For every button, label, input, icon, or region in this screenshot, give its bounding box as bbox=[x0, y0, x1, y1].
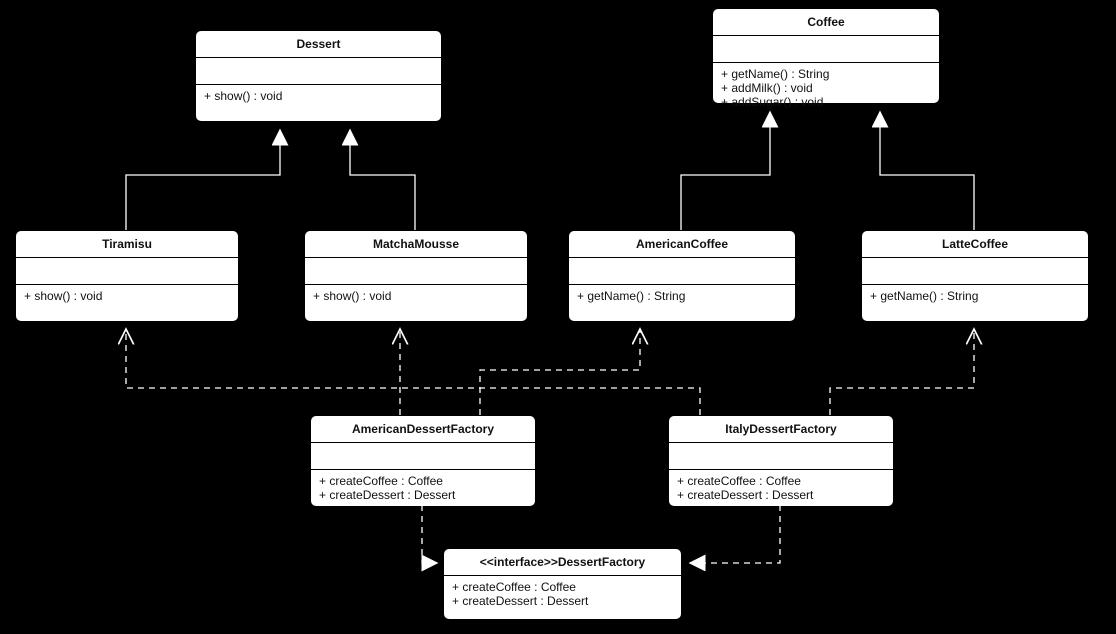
class-methods: + show() : void bbox=[196, 85, 441, 107]
gen-matcha-to-dessert bbox=[350, 130, 415, 230]
class-tiramisu: Tiramisu + show() : void bbox=[15, 230, 239, 322]
class-methods: + getName() : String bbox=[862, 285, 1088, 307]
class-attrs bbox=[196, 58, 441, 85]
class-methods: + createCoffee : Coffee + createDessert … bbox=[444, 576, 681, 612]
class-name: LatteCoffee bbox=[862, 231, 1088, 258]
class-attrs bbox=[305, 258, 527, 285]
class-name: AmericanCoffee bbox=[569, 231, 795, 258]
class-matcha-mousse: MatchaMousse + show() : void bbox=[304, 230, 528, 322]
class-american-coffee: AmericanCoffee + getName() : String bbox=[568, 230, 796, 322]
gen-tiramisu-to-dessert bbox=[126, 130, 280, 230]
class-name: Tiramisu bbox=[16, 231, 238, 258]
dep-itfactory-to-tiramisu bbox=[126, 329, 700, 415]
gen-latte-to-coffee bbox=[880, 112, 974, 230]
class-methods: + show() : void bbox=[305, 285, 527, 307]
class-attrs bbox=[669, 443, 893, 470]
class-american-dessert-factory: AmericanDessertFactory + createCoffee : … bbox=[310, 415, 536, 507]
class-attrs bbox=[862, 258, 1088, 285]
class-name: Dessert bbox=[196, 31, 441, 58]
class-attrs bbox=[311, 443, 535, 470]
class-name: ItalyDessertFactory bbox=[669, 416, 893, 443]
class-methods: + createCoffee : Coffee + createDessert … bbox=[311, 470, 535, 506]
class-name: MatchaMousse bbox=[305, 231, 527, 258]
class-name: <<interface>>DessertFactory bbox=[444, 549, 681, 576]
class-latte-coffee: LatteCoffee + getName() : String bbox=[861, 230, 1089, 322]
uml-canvas: Dessert + show() : void Coffee + getName… bbox=[0, 0, 1116, 634]
interface-dessert-factory: <<interface>>DessertFactory + createCoff… bbox=[443, 548, 682, 620]
class-dessert: Dessert + show() : void bbox=[195, 30, 442, 122]
class-methods: + show() : void bbox=[16, 285, 238, 307]
class-attrs bbox=[713, 36, 939, 63]
class-attrs bbox=[16, 258, 238, 285]
class-name: AmericanDessertFactory bbox=[311, 416, 535, 443]
class-coffee: Coffee + getName() : String + addMilk() … bbox=[712, 8, 940, 104]
class-italy-dessert-factory: ItalyDessertFactory + createCoffee : Cof… bbox=[668, 415, 894, 507]
class-methods: + createCoffee : Coffee + createDessert … bbox=[669, 470, 893, 506]
realize-amfactory-to-interface bbox=[422, 505, 437, 563]
gen-american-to-coffee bbox=[681, 112, 770, 230]
dep-itfactory-to-latte bbox=[830, 329, 974, 415]
realize-itfactory-to-interface bbox=[690, 505, 780, 563]
class-methods: + getName() : String bbox=[569, 285, 795, 307]
class-methods: + getName() : String + addMilk() : void … bbox=[713, 63, 939, 113]
class-name: Coffee bbox=[713, 9, 939, 36]
class-attrs bbox=[569, 258, 795, 285]
dep-amfactory-to-american bbox=[480, 329, 640, 415]
